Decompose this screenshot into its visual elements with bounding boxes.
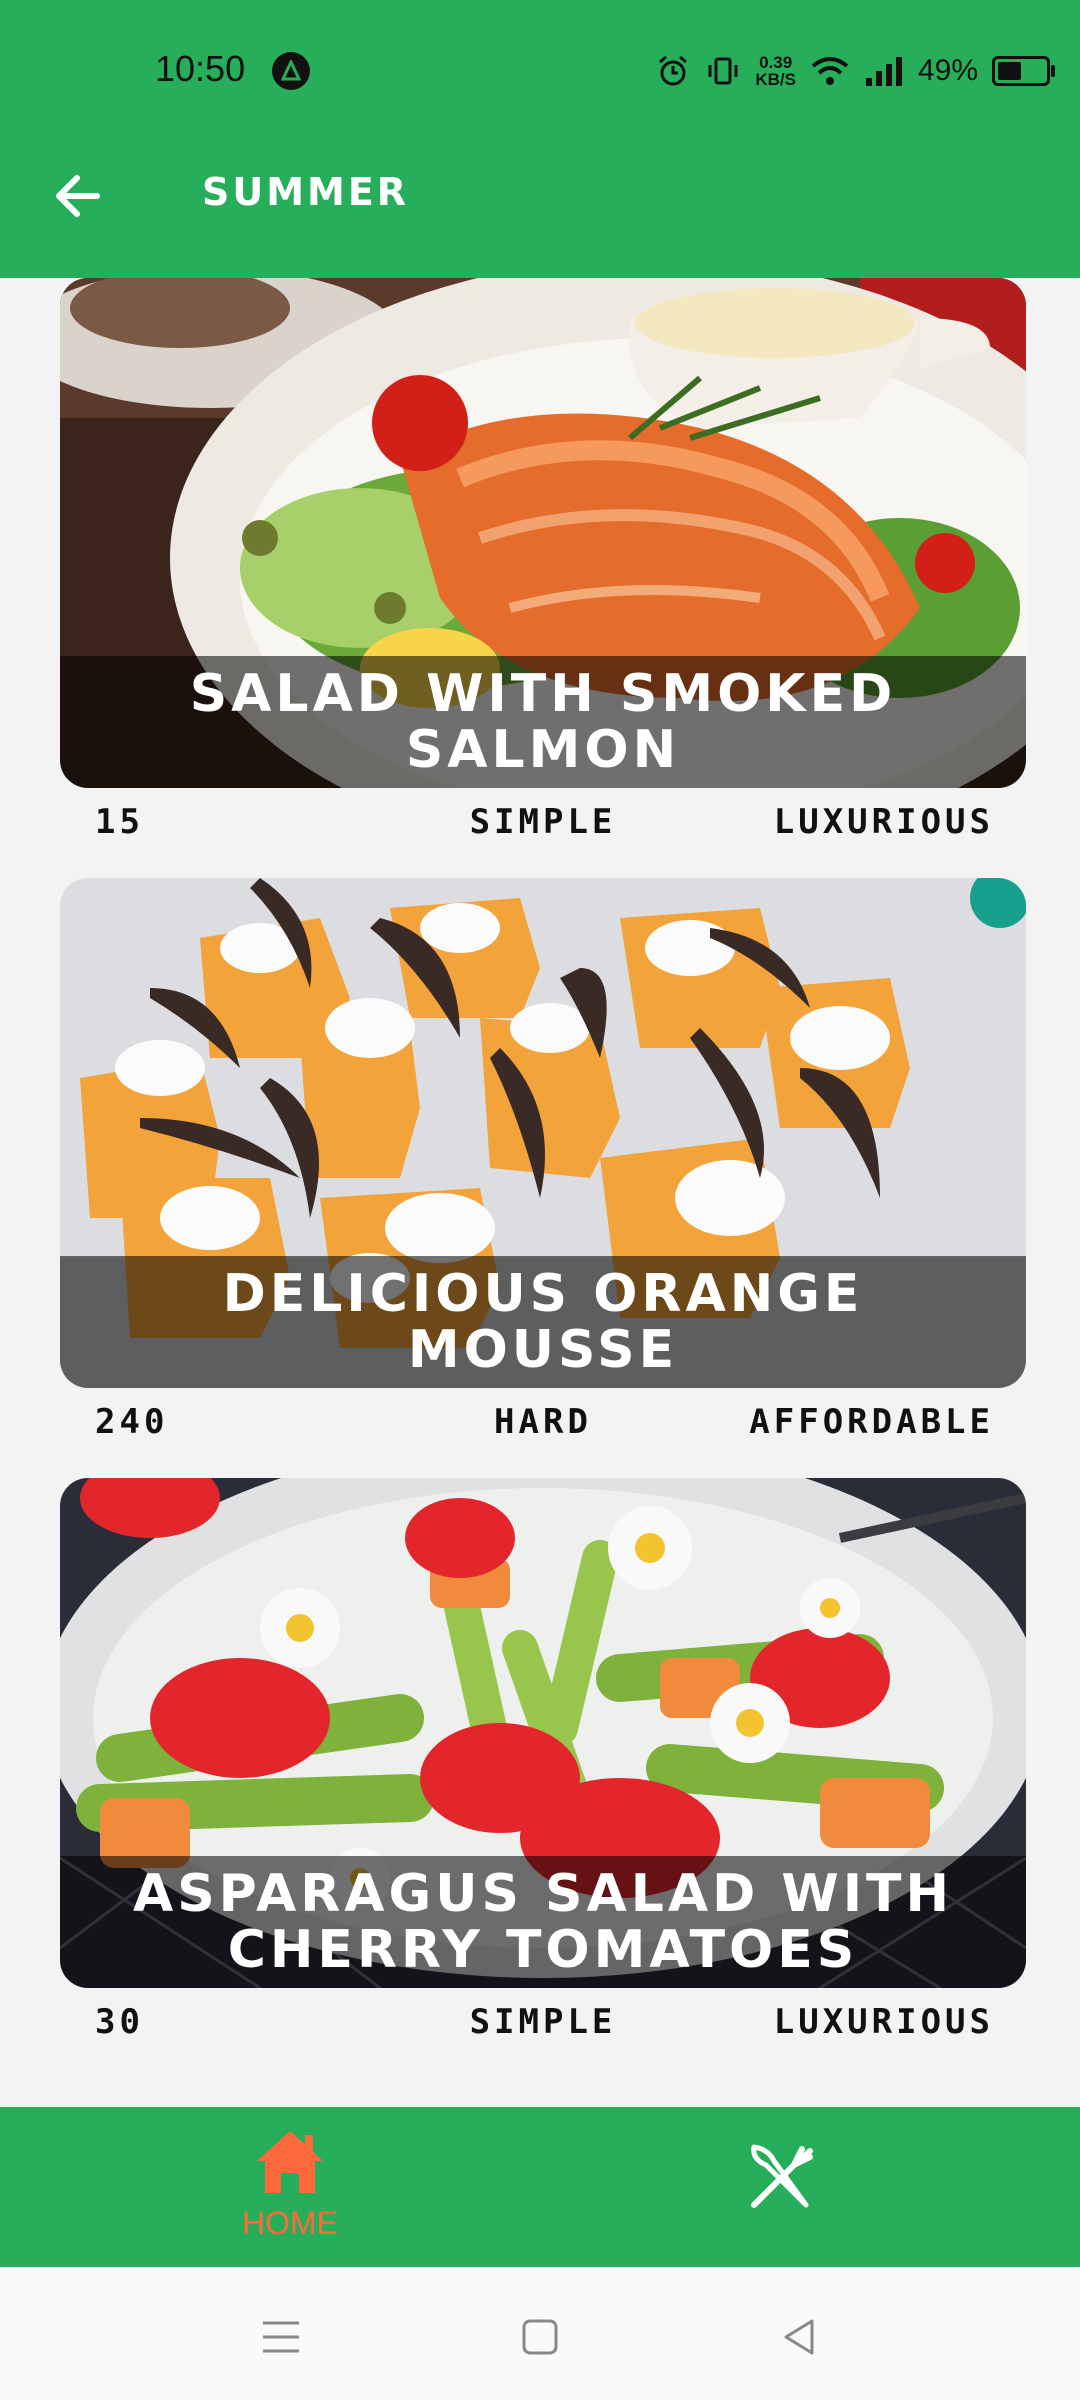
nav-home-label: HOME (242, 2205, 338, 2241)
meal-title: DELICIOUS ORANGE MOUSSE (60, 1256, 1026, 1388)
nav-item-home[interactable]: HOME (200, 2127, 380, 2257)
status-time: 10:50 (155, 48, 246, 89)
battery-icon (992, 56, 1055, 86)
meal-meta-asparagus-salad: 30 SIMPLE LUXURIOUS (60, 1988, 1026, 2058)
app-bar: SUMMER (0, 140, 1080, 278)
network-speed: 0.39 KB/S (755, 54, 796, 88)
menu-icon (263, 2321, 299, 2353)
net-speed-value: 0.39 (759, 53, 793, 72)
wifi-icon (811, 57, 849, 85)
nav-item-meals[interactable] (740, 2137, 840, 2237)
battery-percent: 49% (917, 54, 978, 87)
meal-card-orange-mousse[interactable]: DELICIOUS ORANGE MOUSSE (60, 878, 1026, 1388)
cutlery-icon (751, 2144, 813, 2208)
meal-affordability: AFFORDABLE (749, 1402, 994, 1442)
bottom-nav: HOME (0, 2107, 1080, 2267)
meal-card-asparagus-salad[interactable]: ASPARAGUS SALAD WITH CHERRY TOMATOES (60, 1478, 1026, 1988)
battery-fill (998, 62, 1021, 80)
back-button[interactable] (45, 162, 113, 230)
status-icons: 0.39 KB/S 49% (655, 46, 1055, 96)
status-bar: 10:50 0.39 KB/S 49% (0, 0, 1080, 140)
meal-title: ASPARAGUS SALAD WITH CHERRY TOMATOES (60, 1856, 1026, 1988)
triangle-back-icon (784, 2319, 814, 2355)
recents-button[interactable] (251, 2307, 311, 2367)
arrow-left-icon (56, 175, 100, 217)
home-icon (257, 2131, 323, 2193)
meal-card-smoked-salmon[interactable]: SALAD WITH SMOKED SALMON (60, 278, 1026, 788)
meal-affordability: LUXURIOUS (773, 2002, 994, 2042)
meal-meta-smoked-salmon: 15 SIMPLE LUXURIOUS (60, 788, 1026, 858)
meal-meta-orange-mousse: 240 HARD AFFORDABLE (60, 1388, 1026, 1458)
meal-affordability: LUXURIOUS (773, 802, 994, 842)
alarm-icon (659, 55, 688, 86)
back-nav-button[interactable] (770, 2307, 830, 2367)
vibrate-icon (708, 57, 738, 85)
home-nav-button[interactable] (510, 2307, 570, 2367)
notification-app-icon (272, 52, 310, 90)
page-title: SUMMER (202, 170, 410, 214)
system-nav-bar (0, 2267, 1080, 2400)
signal-icon (865, 57, 902, 86)
meal-title: SALAD WITH SMOKED SALMON (60, 656, 1026, 788)
net-speed-unit: KB/S (755, 70, 796, 89)
square-icon (522, 2319, 558, 2355)
